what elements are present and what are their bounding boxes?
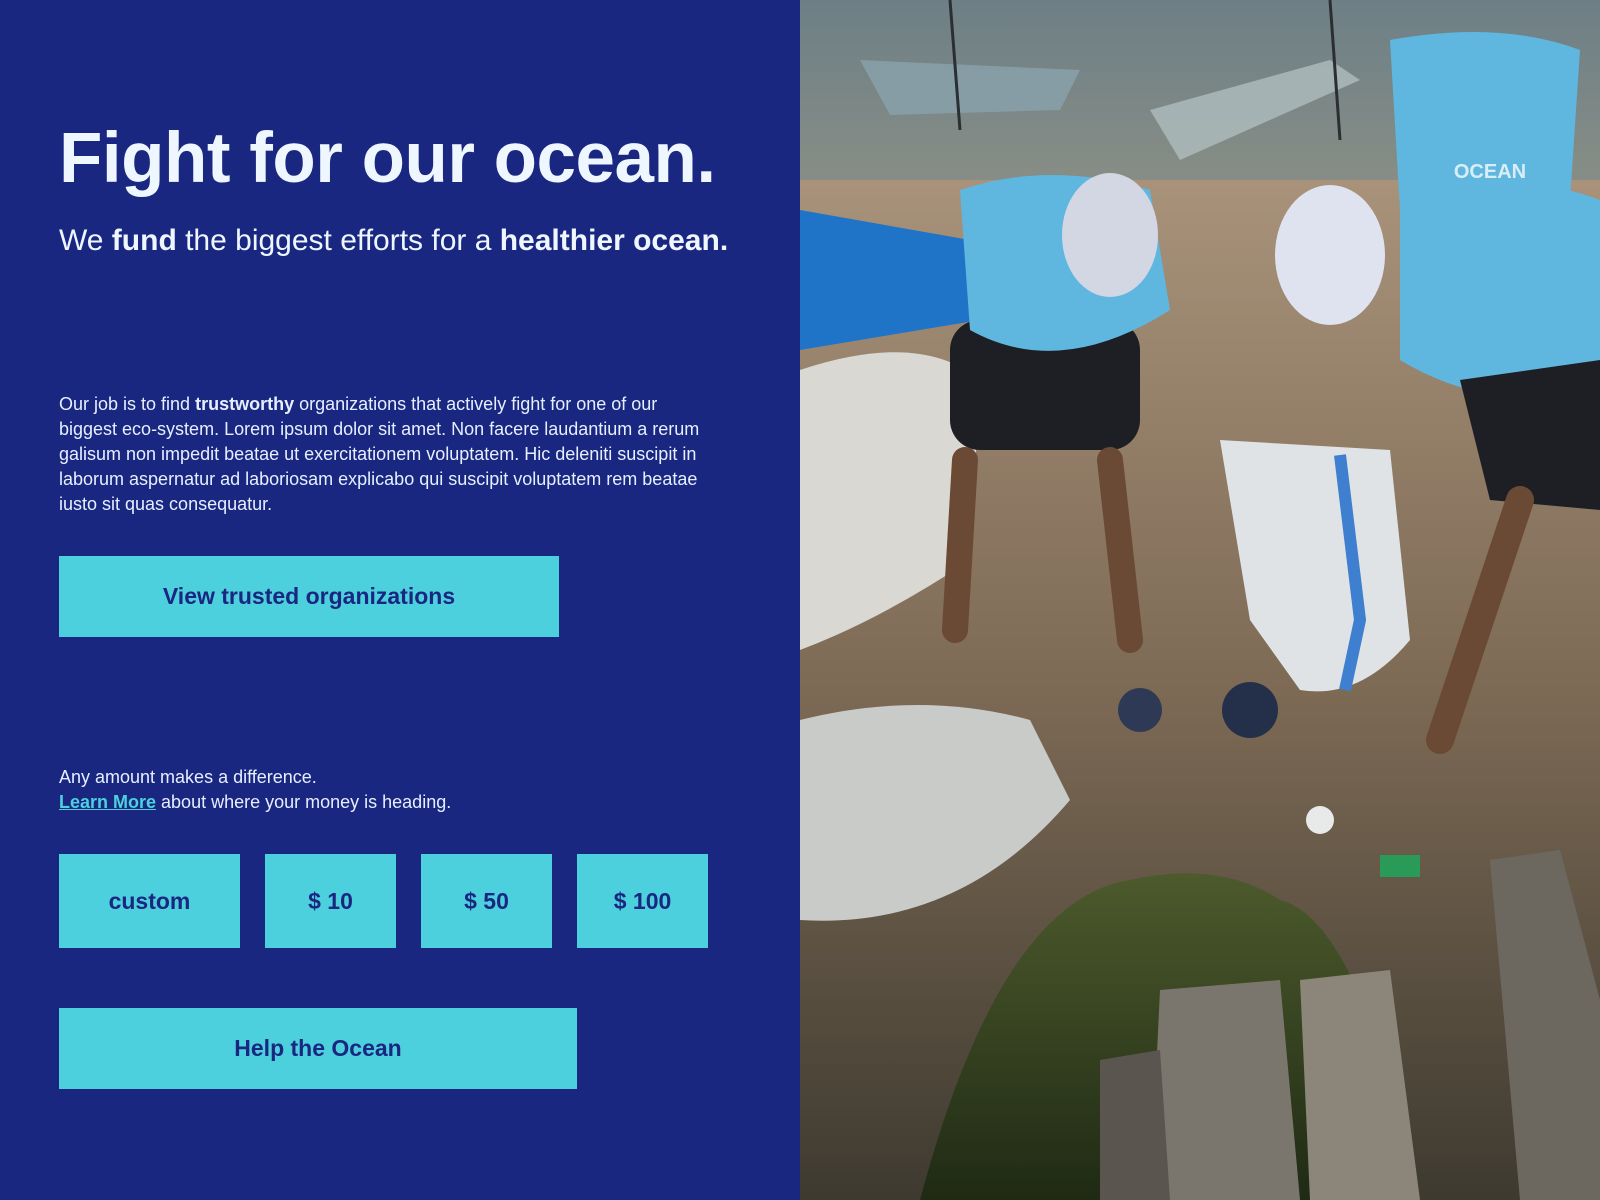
- debris: [1118, 688, 1162, 732]
- subtitle-emphasis-healthier-ocean: healthier ocean.: [499, 224, 729, 257]
- person3-tshirt: [1390, 32, 1580, 210]
- tshirt-logo-text: OCEAN: [1454, 161, 1526, 183]
- intro-emphasis-trustworthy: trustworthy: [195, 394, 295, 414]
- intro-text-start: Our job is to find: [59, 394, 196, 414]
- subtitle-emphasis-fund: fund: [111, 224, 177, 257]
- beach-cleanup-photo: OCEAN: [800, 0, 1600, 1200]
- wooden-plank: [1150, 980, 1300, 1200]
- help-the-ocean-button[interactable]: Help the Ocean: [59, 1008, 577, 1089]
- person2-tshirt: [1400, 180, 1600, 396]
- page-title: Fight for our ocean.: [59, 119, 716, 198]
- person1-leg: [942, 447, 978, 643]
- donation-note: Any amount makes a difference. Learn More…: [59, 765, 451, 815]
- learn-more-link[interactable]: Learn More: [59, 792, 156, 812]
- subtitle-text: We: [59, 224, 112, 257]
- debris: [1222, 682, 1278, 738]
- donation-note-line2: about where your money is heading.: [156, 792, 452, 812]
- debris: [1380, 855, 1420, 877]
- landing-page: Fight for our ocean. We fund the biggest…: [0, 0, 1600, 1200]
- content-panel: Fight for our ocean. We fund the biggest…: [0, 0, 800, 1200]
- hero-photo: OCEAN: [800, 0, 1600, 1200]
- intro-paragraph: Our job is to find trustworthy organizat…: [59, 392, 709, 517]
- subtitle: We fund the biggest efforts for a health…: [59, 224, 728, 258]
- person2-cap: [1275, 185, 1385, 325]
- amount-50-button[interactable]: $ 50: [421, 854, 552, 948]
- subtitle-text-middle: the biggest efforts for a: [176, 224, 500, 257]
- view-trusted-organizations-button[interactable]: View trusted organizations: [59, 556, 559, 637]
- amount-10-button[interactable]: $ 10: [265, 854, 396, 948]
- donation-note-line1: Any amount makes a difference.: [59, 767, 317, 787]
- amount-100-button[interactable]: $ 100: [577, 854, 708, 948]
- amount-custom-button[interactable]: custom: [59, 854, 240, 948]
- debris: [1306, 806, 1334, 834]
- wooden-plank: [1100, 1050, 1170, 1200]
- person1-cap: [1062, 173, 1158, 297]
